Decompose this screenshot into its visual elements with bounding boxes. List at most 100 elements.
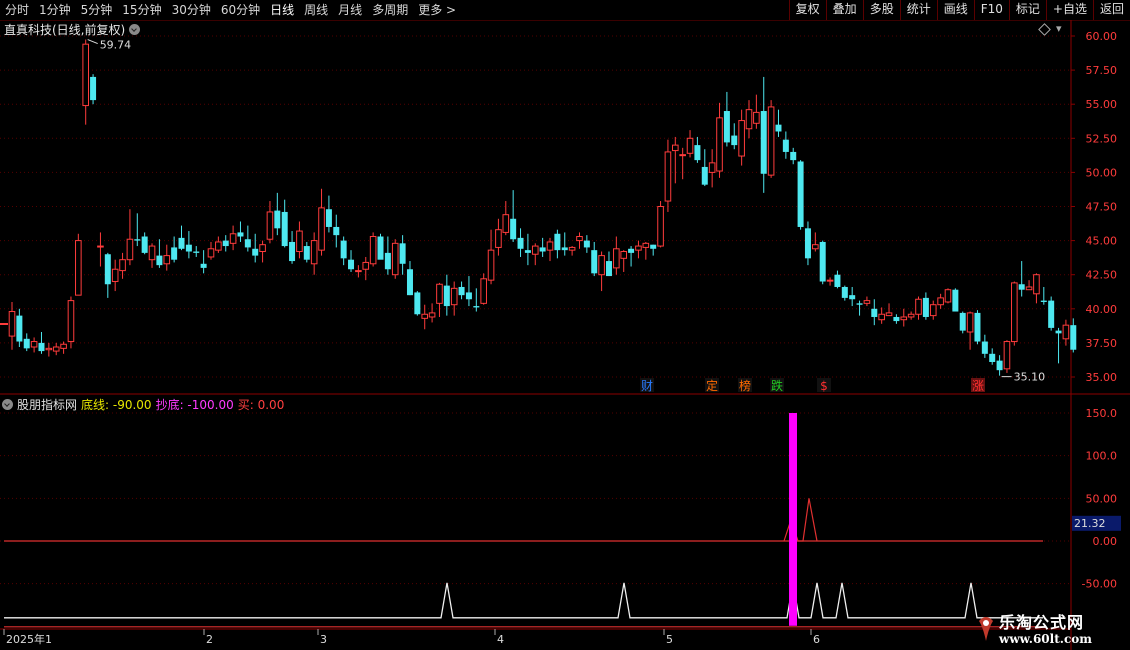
period-tab-7[interactable]: 周线 xyxy=(299,0,333,20)
price-tick-label: 57.50 xyxy=(1086,64,1118,77)
date-label: 5 xyxy=(666,633,673,646)
toolbar-button-5[interactable]: F10 xyxy=(973,0,1009,20)
toolbar-button-8[interactable]: 返回 xyxy=(1092,0,1130,20)
candle-body xyxy=(583,240,590,248)
candle-body xyxy=(487,249,495,281)
candle-body xyxy=(561,247,568,251)
candle-body xyxy=(797,161,804,227)
candle-body xyxy=(399,243,406,264)
price-tick-label: 55.00 xyxy=(1086,98,1118,111)
candle-body xyxy=(1003,341,1011,370)
event-marker-5[interactable]: 涨 xyxy=(972,378,984,393)
period-tab-10[interactable]: 更多 > xyxy=(413,0,461,20)
candle-body xyxy=(701,166,708,185)
candle-body xyxy=(613,248,620,269)
toolbar-button-3[interactable]: 统计 xyxy=(899,0,937,20)
candle-body xyxy=(222,240,229,247)
period-tab-2[interactable]: 5分钟 xyxy=(76,0,118,20)
candle-body xyxy=(1040,300,1047,302)
indicator-tick-label: 50.00 xyxy=(1086,492,1118,505)
candle-body xyxy=(657,206,664,247)
candle-body xyxy=(75,240,82,296)
candle-body xyxy=(30,341,38,348)
indicator-white-line xyxy=(4,582,1043,619)
low-annotation: 35.10 xyxy=(1014,371,1046,384)
candle-body xyxy=(937,297,944,306)
period-tab-9[interactable]: 多周期 xyxy=(367,0,413,20)
date-label: 6 xyxy=(813,633,820,646)
watermark-line1: 乐淘公式网 xyxy=(999,613,1085,632)
event-marker-4[interactable]: $ xyxy=(820,379,828,393)
period-tab-6[interactable]: 日线 xyxy=(265,0,299,20)
candle-body xyxy=(436,283,443,304)
candle-body xyxy=(900,316,908,321)
candle-body xyxy=(694,145,701,161)
period-tab-5[interactable]: 60分钟 xyxy=(216,0,265,20)
candle-body xyxy=(465,292,472,300)
toolbar-button-6[interactable]: 标记 xyxy=(1008,0,1046,20)
candle-body xyxy=(723,111,730,143)
candle-body xyxy=(215,241,222,251)
high-pointer xyxy=(87,39,98,45)
candle-body xyxy=(531,245,539,255)
candle-body xyxy=(871,308,878,317)
watermark: 乐淘公式网 www.60lt.com xyxy=(975,606,1130,650)
candle-body xyxy=(738,120,745,157)
candle-body xyxy=(878,313,885,321)
candle-body xyxy=(237,232,244,237)
toolbar-button-2[interactable]: 多股 xyxy=(862,0,900,20)
candle-body xyxy=(325,209,332,227)
event-marker-2[interactable]: 榜 xyxy=(739,378,751,393)
candle-body xyxy=(568,246,576,251)
period-tab-3[interactable]: 15分钟 xyxy=(117,0,166,20)
candle-body xyxy=(981,341,988,354)
candle-body xyxy=(1055,330,1062,334)
candle-body xyxy=(104,254,111,285)
candle-body xyxy=(384,252,391,270)
price-tick-label: 60.00 xyxy=(1086,30,1118,43)
candle-body xyxy=(119,259,126,272)
chart-area[interactable]: 60.0057.5055.0052.5050.0047.5045.0042.50… xyxy=(0,20,1130,650)
price-tick-label: 37.50 xyxy=(1086,337,1118,350)
candle-body xyxy=(148,245,156,261)
candle-body xyxy=(539,247,546,252)
candle-body xyxy=(708,162,716,173)
indicator-tick-label: 100.0 xyxy=(1086,450,1118,463)
candle-body xyxy=(605,261,612,277)
price-tick-label: 52.50 xyxy=(1086,132,1118,145)
toolbar-button-4[interactable]: 画线 xyxy=(936,0,974,20)
candle-body xyxy=(664,151,672,202)
candle-body xyxy=(989,353,996,362)
candle-body xyxy=(171,247,178,260)
candle-body xyxy=(790,151,797,161)
candle-body xyxy=(686,137,694,154)
period-tab-0[interactable]: 分时 xyxy=(0,0,34,20)
period-tab-1[interactable]: 1分钟 xyxy=(34,0,76,20)
candle-body xyxy=(163,255,171,265)
candle-body xyxy=(731,135,738,146)
candle-body xyxy=(782,139,789,152)
buy-signal-bar xyxy=(789,413,797,626)
event-marker-3[interactable]: 跌 xyxy=(771,378,783,393)
high-annotation: 59.74 xyxy=(100,39,132,52)
candle-body xyxy=(576,236,583,242)
candle-body xyxy=(642,242,650,248)
period-tab-4[interactable]: 30分钟 xyxy=(167,0,216,20)
candle-body xyxy=(141,236,148,253)
candle-body xyxy=(775,124,782,132)
candle-body xyxy=(421,313,429,319)
candle-body xyxy=(134,239,141,241)
candle-body xyxy=(524,250,531,253)
period-tab-8[interactable]: 月线 xyxy=(333,0,367,20)
indicator-tick-label: 0.00 xyxy=(1093,535,1118,548)
candle-body xyxy=(259,244,266,253)
candle-body xyxy=(996,360,1003,371)
toolbar-button-0[interactable]: 复权 xyxy=(788,0,826,20)
toolbar-button-7[interactable]: +自选 xyxy=(1045,0,1093,20)
candle-body xyxy=(893,316,900,322)
event-marker-0[interactable]: 财 xyxy=(641,379,653,393)
event-marker-1[interactable]: 定 xyxy=(706,378,718,393)
candle-body xyxy=(200,263,207,268)
toolbar-button-1[interactable]: 叠加 xyxy=(825,0,863,20)
candle-body xyxy=(1062,324,1070,340)
